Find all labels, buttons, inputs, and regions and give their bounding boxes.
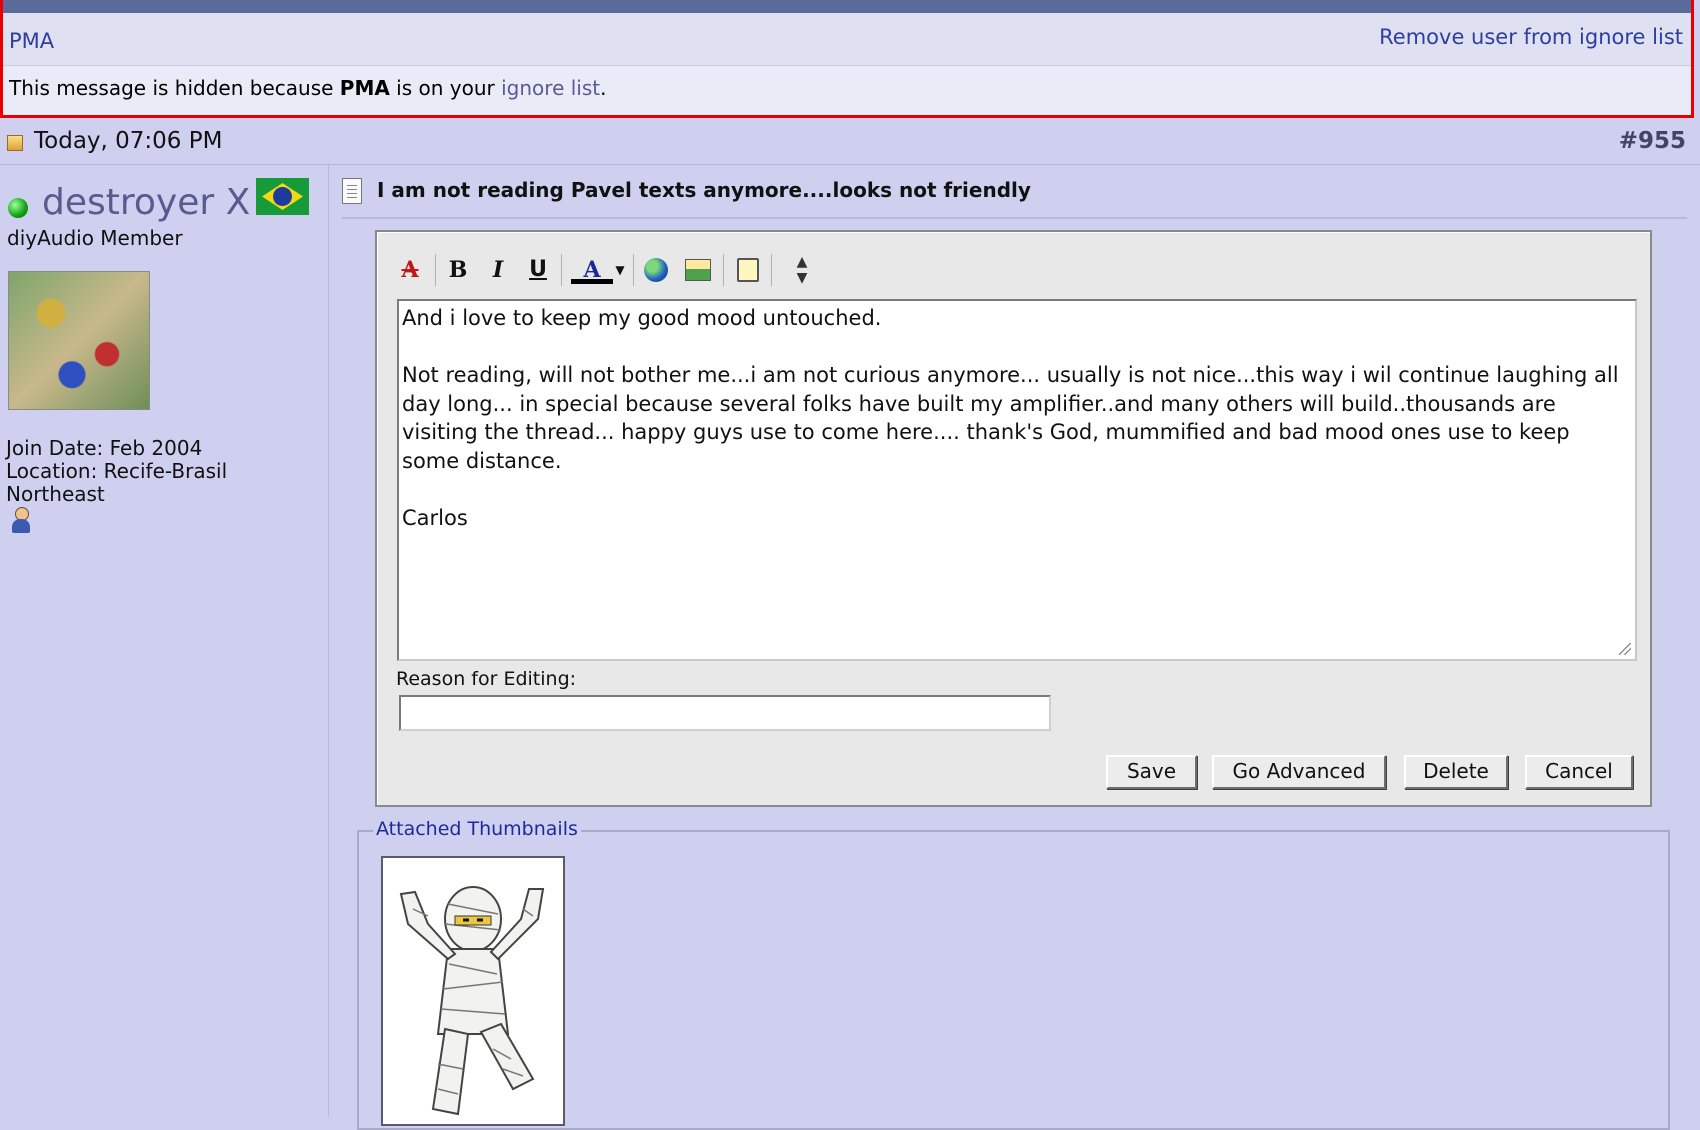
post-author-username[interactable]: destroyer X <box>42 182 250 223</box>
attached-thumbnails-fieldset: Attached Thumbnails <box>357 818 1670 1130</box>
ignored-post-block: PMA Remove user from ignore list This me… <box>0 0 1694 118</box>
reason-for-editing-input[interactable] <box>399 695 1051 731</box>
globe-link-icon <box>644 258 668 282</box>
mummy-image <box>399 886 545 1116</box>
user-profile-icon[interactable] <box>10 507 32 535</box>
quote-icon <box>737 258 759 282</box>
go-advanced-button[interactable]: Go Advanced <box>1212 755 1386 789</box>
insert-link-button[interactable] <box>639 250 673 290</box>
user-location-region: Northeast <box>6 482 105 506</box>
post-date: Today, 07:06 PM <box>34 128 223 154</box>
resize-arrows-icon: ▲ ▼ <box>796 254 808 286</box>
post-document-icon <box>342 178 362 204</box>
user-location: Location: Recife-Brasil <box>6 459 228 483</box>
font-color-swatch <box>571 279 613 284</box>
chevron-down-icon: ▼ <box>615 263 625 277</box>
join-date: Join Date: Feb 2004 <box>6 436 203 460</box>
textarea-resize-grip[interactable] <box>1619 643 1631 655</box>
brazil-flag-icon <box>256 178 309 215</box>
bold-button[interactable]: B <box>441 250 475 290</box>
italic-button[interactable]: I <box>481 250 515 290</box>
user-details: Join Date: Feb 2004 Location: Recife-Bra… <box>6 437 227 506</box>
insert-image-button[interactable] <box>681 250 715 290</box>
reason-for-editing-label: Reason for Editing: <box>396 668 577 690</box>
wrap-quote-button[interactable] <box>731 250 765 290</box>
font-color-icon: A <box>583 257 601 283</box>
ignored-post-message: This message is hidden because PMA is on… <box>9 76 606 100</box>
attachment-thumbnail[interactable] <box>381 856 565 1126</box>
remove-from-ignore-list-link[interactable]: Remove user from ignore list <box>1379 25 1683 49</box>
post-title-divider <box>342 217 1687 219</box>
ignored-message-user: PMA <box>339 76 390 100</box>
remove-formatting-icon[interactable]: A <box>393 250 427 290</box>
message-textarea[interactable]: And i love to keep my good mood untouche… <box>397 299 1637 661</box>
quick-edit-editor: A B I U A ▼ ▲ ▼ And i love to keep my goo… <box>375 230 1652 807</box>
ignored-message-mid: is on your <box>389 76 502 100</box>
ignored-username-link[interactable]: PMA <box>9 29 54 53</box>
toolbar-separator <box>633 254 634 286</box>
post-status-icon <box>7 135 23 151</box>
toolbar-separator <box>435 254 436 286</box>
user-title: diyAudio Member <box>7 226 183 250</box>
font-color-button[interactable]: A <box>571 250 613 290</box>
user-info-panel: destroyer X diyAudio Member Join Date: F… <box>0 165 329 1117</box>
post-number-link[interactable]: #955 <box>1619 128 1686 154</box>
post-date-row: Today, 07:06 PM #955 <box>0 120 1700 165</box>
cancel-button[interactable]: Cancel <box>1525 755 1633 789</box>
underline-button[interactable]: U <box>521 250 555 290</box>
toolbar-separator <box>771 254 772 286</box>
online-status-icon <box>8 198 28 218</box>
ignored-message-prefix: This message is hidden because <box>9 76 340 100</box>
save-button[interactable]: Save <box>1106 755 1197 789</box>
user-avatar[interactable] <box>8 271 150 410</box>
resize-editor-button[interactable]: ▲ ▼ <box>785 250 819 290</box>
ignored-post-user-row: PMA Remove user from ignore list <box>3 13 1691 66</box>
image-icon <box>685 259 711 281</box>
ignored-post-header-bar <box>3 0 1691 13</box>
delete-button[interactable]: Delete <box>1404 755 1508 789</box>
editor-toolbar: A B I U A ▼ ▲ ▼ <box>393 250 993 290</box>
ignore-list-link[interactable]: ignore list <box>501 76 600 100</box>
attached-thumbnails-legend: Attached Thumbnails <box>373 818 581 840</box>
ignored-message-suffix: . <box>600 76 607 100</box>
font-color-dropdown[interactable]: ▼ <box>613 250 627 290</box>
toolbar-separator <box>723 254 724 286</box>
post-title: I am not reading Pavel texts anymore....… <box>377 178 1031 202</box>
toolbar-separator <box>561 254 562 286</box>
